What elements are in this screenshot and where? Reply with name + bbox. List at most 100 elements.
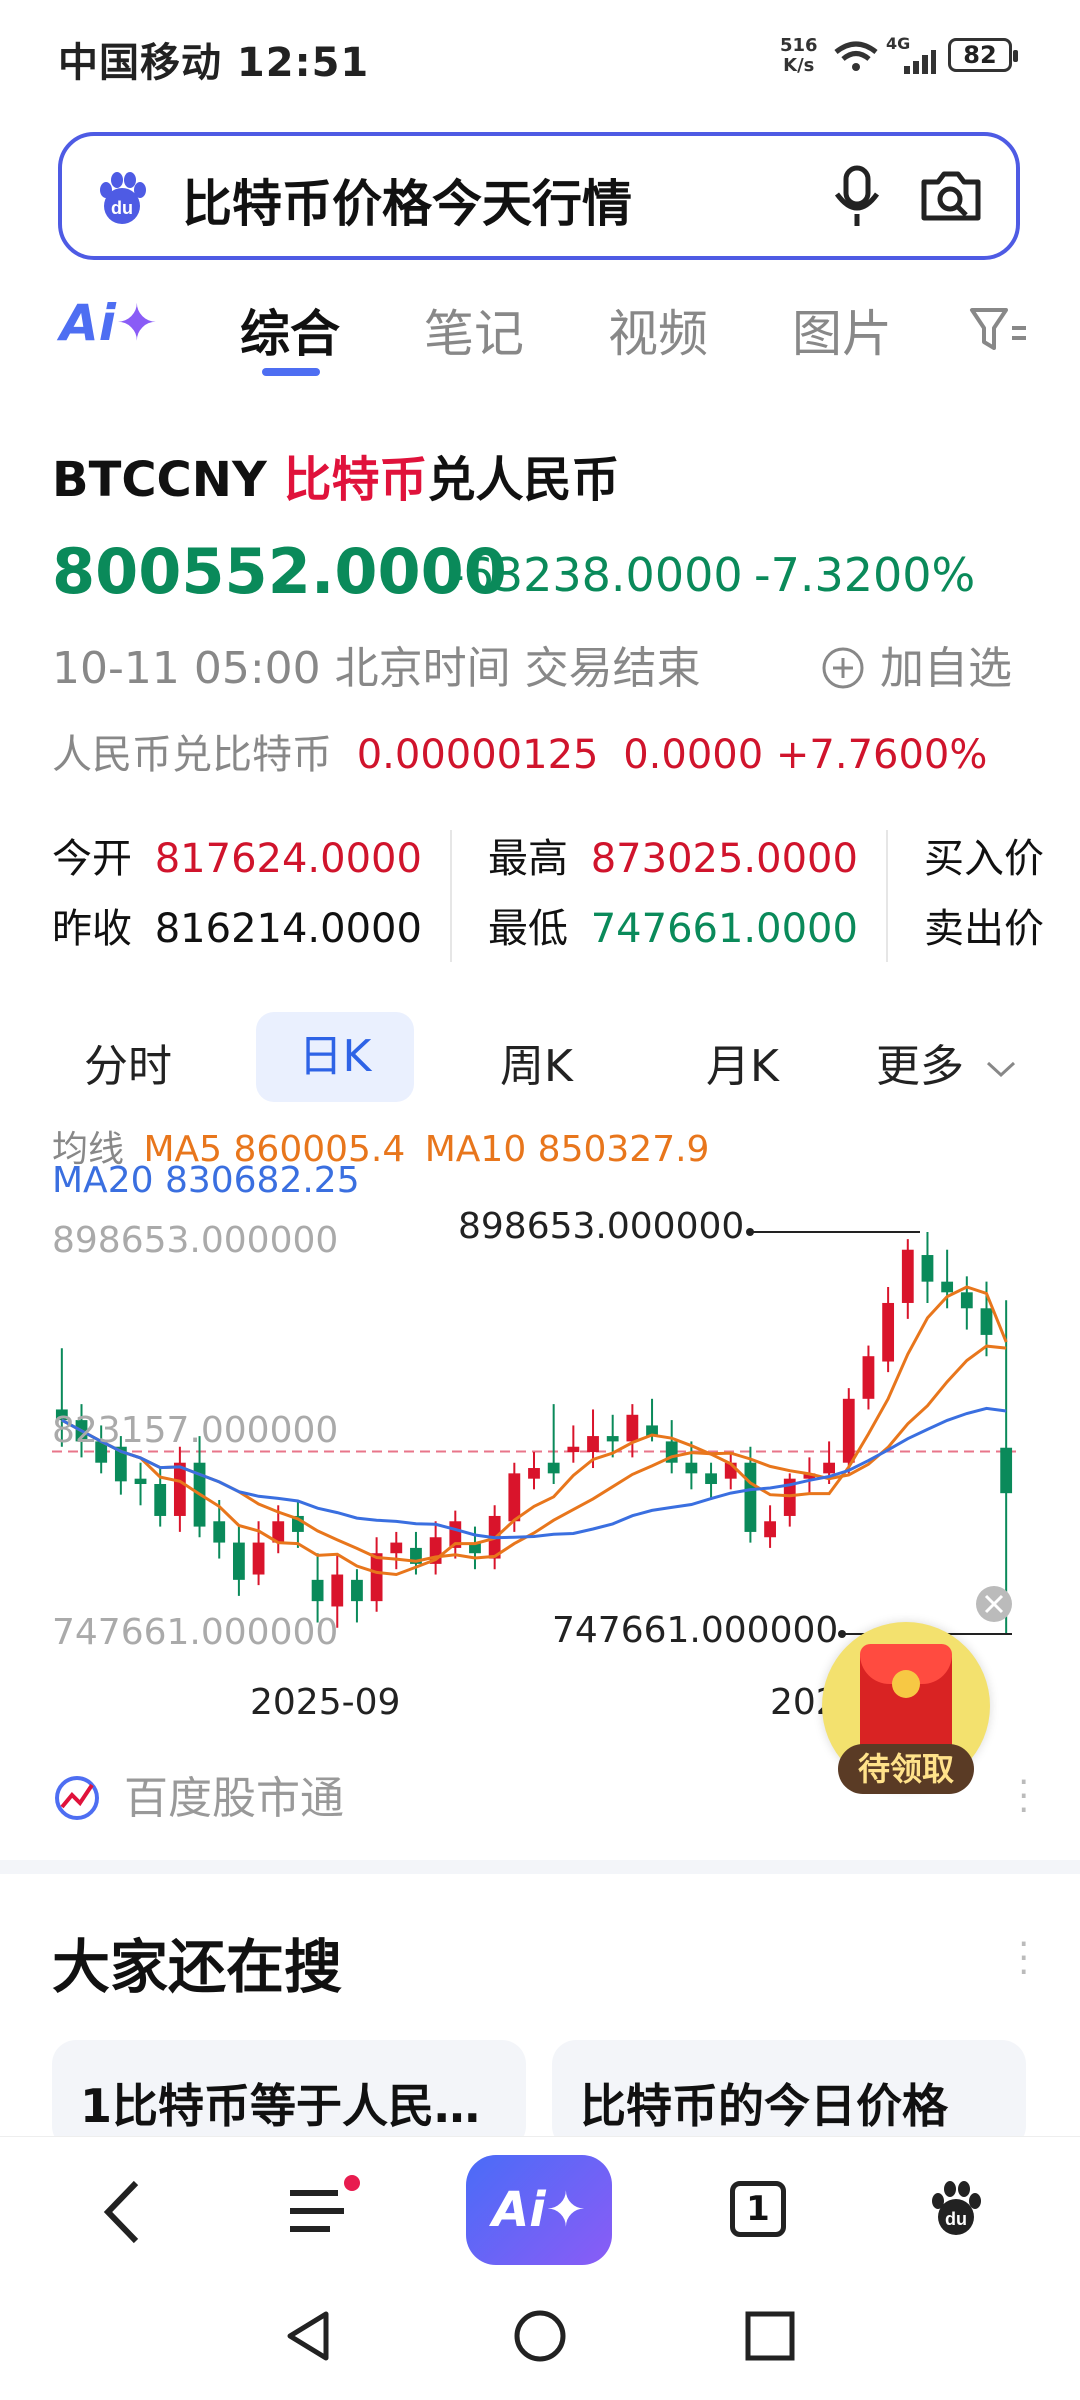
current-price: 800552.0000	[52, 535, 507, 608]
candle-body	[232, 1542, 245, 1580]
max-price-label: 898653.000000	[458, 1206, 744, 1247]
candle-body	[842, 1398, 855, 1463]
candle-body	[567, 1446, 580, 1453]
camera-search-icon[interactable]	[918, 166, 984, 226]
candle-body	[882, 1302, 895, 1362]
bid-label: 买入价	[924, 836, 1044, 882]
inverse-change: 0.0000	[623, 732, 764, 778]
microphone-icon[interactable]	[832, 164, 882, 230]
prev-close-label: 昨收	[52, 906, 132, 952]
period-tab-intraday[interactable]: 分时	[84, 1030, 172, 1094]
prev-close-row: 昨收 816214.0000	[52, 896, 422, 954]
stock-app-logo-icon	[55, 1776, 99, 1820]
search-bar[interactable]: du 比特币价格今天行情	[58, 132, 1020, 260]
candle-body	[1000, 1447, 1013, 1494]
candle-body	[370, 1553, 383, 1602]
net-speed-unit: K/s	[783, 55, 815, 76]
section-title: 大家还在搜	[52, 1933, 343, 2001]
trade-time-status: 10-11 05:00 北京时间 交易结束	[52, 643, 701, 694]
ai-button-label: Ai	[492, 2182, 546, 2238]
tab-count-icon[interactable]: 1	[730, 2181, 786, 2237]
tab-videos[interactable]: 视频	[608, 294, 708, 366]
candle-body	[901, 1249, 914, 1303]
candle-body	[764, 1521, 776, 1538]
candle-body	[173, 1462, 186, 1516]
candle-body	[311, 1579, 324, 1602]
more-options-icon[interactable]: · · ·	[1018, 1927, 1029, 1991]
source-row[interactable]: 百度股市通	[52, 1762, 344, 1826]
period-more-dropdown[interactable]: 更多	[876, 1030, 1018, 1094]
net-speed-value: 516	[780, 35, 818, 56]
low-label: 最低	[488, 906, 568, 952]
carrier-time: 中国移动 12:51	[58, 40, 370, 86]
open-label: 今开	[52, 836, 132, 882]
net-speed: 516 K/s	[780, 36, 818, 76]
candle-body	[587, 1436, 599, 1453]
status-bar: 中国移动 12:51 516 K/s 4G 82	[0, 0, 1080, 110]
candle-body	[862, 1356, 875, 1399]
min-marker-dot	[838, 1630, 846, 1638]
result-tabs: Ai✦ 综合 笔记 视频 图片	[0, 280, 1080, 390]
signal-icon	[904, 50, 936, 74]
x-axis-label: 2025-09	[250, 1682, 400, 1716]
sparkle-icon: ✦	[115, 294, 158, 352]
baidu-home-icon[interactable]: du	[924, 2177, 988, 2241]
system-back-icon[interactable]	[284, 2308, 334, 2364]
search-query[interactable]: 比特币价格今天行情	[182, 164, 632, 236]
more-options-icon[interactable]: · · ·	[1018, 1765, 1029, 1829]
system-nav-bar	[0, 2276, 1080, 2400]
candle-body	[528, 1468, 540, 1479]
red-packet-label: 待领取	[838, 1744, 974, 1794]
open-row: 今开 817624.0000	[52, 826, 422, 884]
low-row: 最低 747661.0000	[488, 896, 858, 954]
system-recents-icon[interactable]	[744, 2310, 796, 2362]
high-value: 873025.0000	[590, 836, 858, 882]
related-search-card[interactable]: 1比特币等于人民…	[52, 2040, 526, 2150]
sparkle-icon: ✦	[545, 2182, 586, 2238]
open-value: 817624.0000	[154, 836, 422, 882]
related-search-card[interactable]: 比特币的今日价格	[552, 2040, 1026, 2150]
tab-notes[interactable]: 笔记	[424, 294, 524, 366]
baidu-paw-icon: du	[100, 172, 146, 224]
candle-body	[705, 1473, 717, 1485]
ai-assistant-button[interactable]: Ai✦	[466, 2155, 612, 2265]
chevron-down-icon	[986, 1061, 1016, 1078]
prev-close-value: 816214.0000	[154, 906, 422, 952]
inverse-label: 人民币兑比特币	[52, 732, 332, 778]
price-change: -63238.0000	[448, 548, 743, 602]
candle-body	[331, 1574, 344, 1607]
add-watchlist-button[interactable]: 加自选	[820, 632, 1012, 696]
menu-icon[interactable]	[286, 2175, 366, 2245]
candle-body	[547, 1462, 560, 1474]
period-tab-monthly[interactable]: 月K	[706, 1030, 779, 1094]
candle-body	[213, 1521, 226, 1543]
candle-body	[390, 1542, 403, 1554]
ask-label: 卖出价	[924, 906, 1044, 952]
wifi-icon	[834, 41, 878, 71]
candle-body	[823, 1462, 836, 1474]
stock-code: BTCCNY	[52, 452, 267, 508]
red-packet-widget[interactable]: 待领取	[822, 1622, 990, 1794]
tab-images[interactable]: 图片	[792, 294, 892, 366]
divider	[450, 830, 452, 962]
inverse-price: 0.00000125	[356, 732, 599, 778]
stock-name-rest: 兑人民币	[427, 452, 620, 508]
low-value: 747661.0000	[590, 906, 858, 952]
price-change-pct: -7.3200%	[754, 548, 976, 602]
candle-body	[921, 1255, 934, 1282]
back-icon[interactable]	[96, 2179, 146, 2245]
candle-body	[744, 1462, 757, 1532]
candle-body	[941, 1281, 954, 1293]
y-tick-label: 747661.000000	[52, 1612, 338, 1653]
ai-tab[interactable]: Ai✦	[60, 294, 158, 352]
tab-all[interactable]: 综合	[240, 294, 340, 366]
inverse-rate-row: 人民币兑比特币 0.00000125 0.0000 +7.7600%	[52, 722, 987, 780]
filter-icon[interactable]	[968, 304, 1028, 358]
more-label: 更多	[876, 1041, 964, 1092]
period-tab-weekly[interactable]: 周K	[500, 1030, 573, 1094]
system-home-icon[interactable]	[512, 2308, 568, 2364]
max-marker-dot	[746, 1228, 754, 1236]
inverse-change-pct: +7.7600%	[775, 732, 988, 778]
candle-body	[351, 1579, 363, 1602]
period-tab-daily[interactable]: 日K	[256, 1012, 414, 1102]
